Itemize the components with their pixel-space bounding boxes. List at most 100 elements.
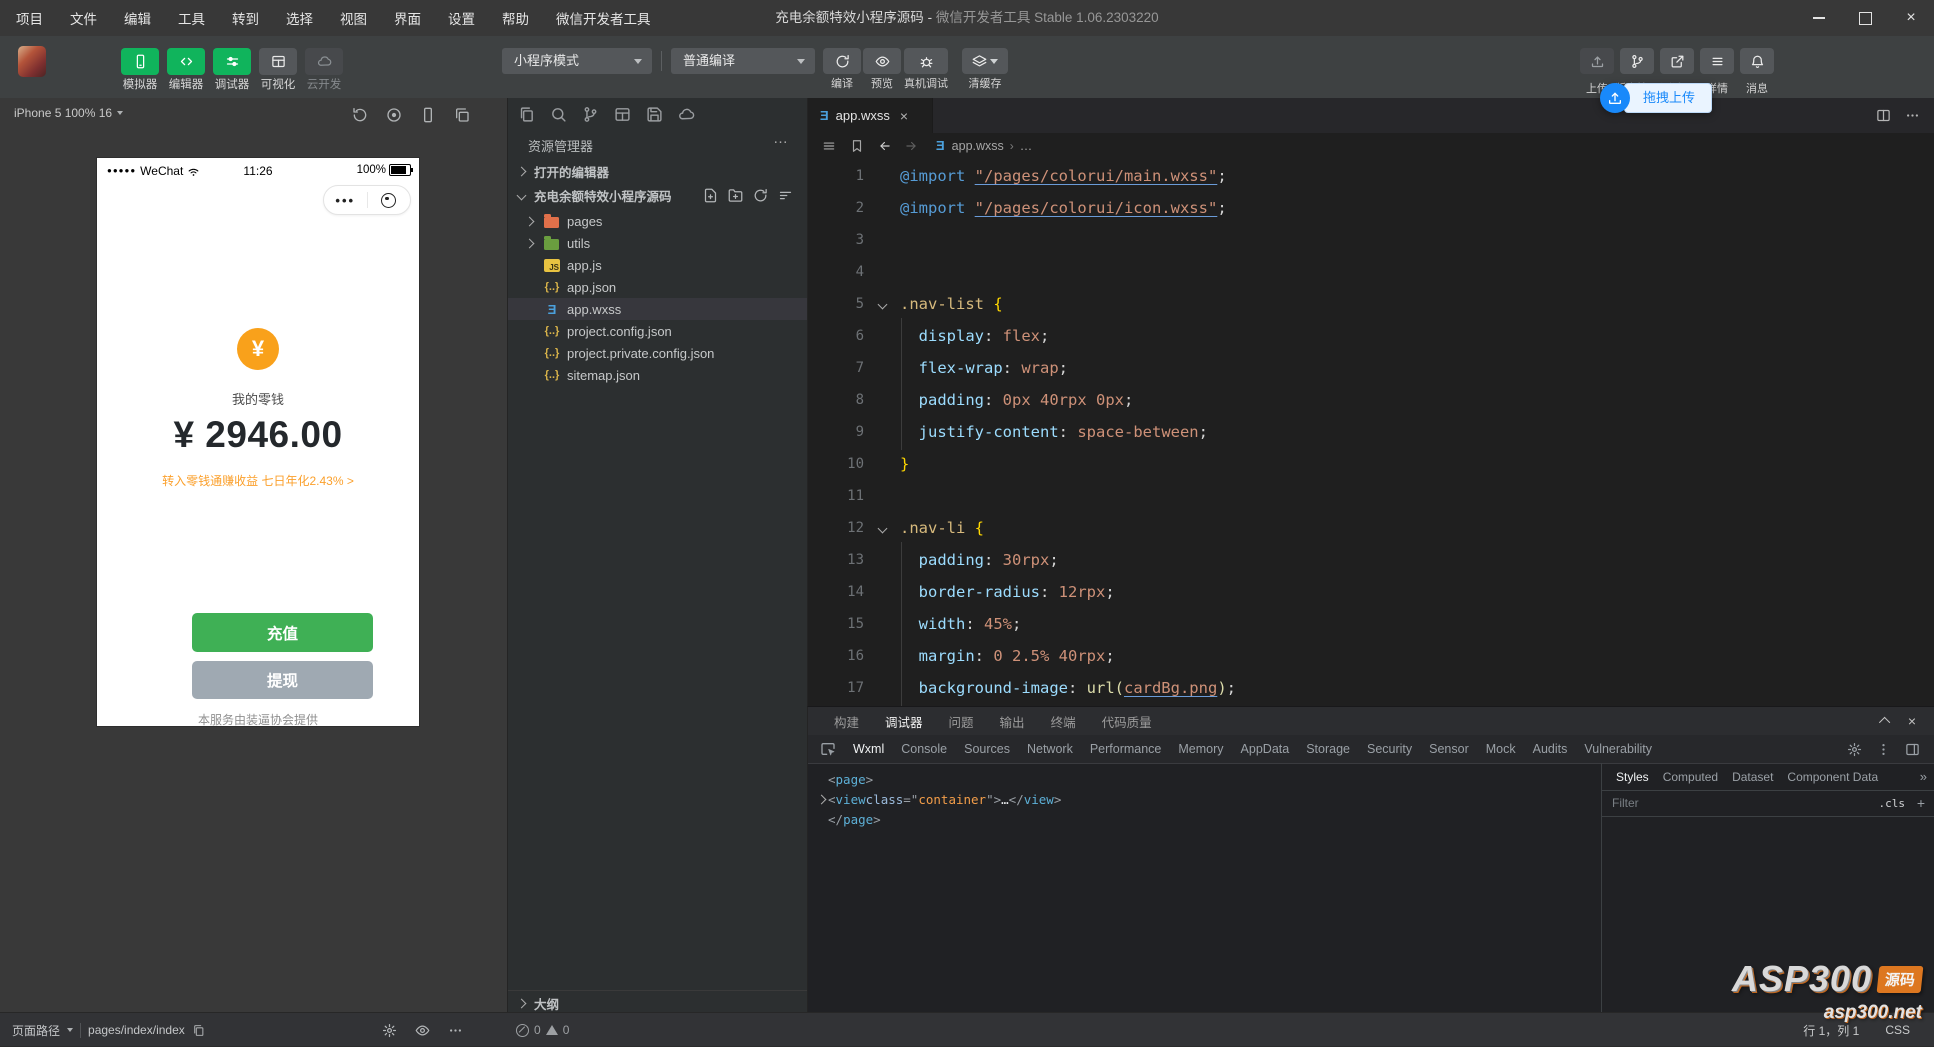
more-actions-icon[interactable]: … (773, 130, 789, 147)
styles-tab-Component Data[interactable]: Component Data (1787, 770, 1878, 784)
inspector-tab-Vulnerability[interactable]: Vulnerability (1584, 742, 1652, 756)
panel-tab-问题[interactable]: 问题 (949, 712, 974, 731)
panel-tab-输出[interactable]: 输出 (1000, 712, 1025, 731)
panel-tab-构建[interactable]: 构建 (834, 712, 859, 731)
folder-plus-icon[interactable] (728, 188, 743, 203)
settings-icon[interactable] (1847, 742, 1862, 757)
expand-node-icon[interactable] (816, 794, 826, 804)
breadcrumb-file[interactable]: app.wxss (952, 139, 1004, 153)
panel-tab-终端[interactable]: 终端 (1051, 712, 1076, 731)
dom-line-1[interactable]: < view class =" container ">… </view > (814, 789, 1061, 809)
split-editor-icon[interactable] (1876, 108, 1891, 123)
capsule-menu-button[interactable]: ••• (324, 186, 367, 214)
调试器-button[interactable] (213, 48, 251, 75)
fold-icon[interactable] (877, 299, 887, 309)
device-frame-icon[interactable] (420, 107, 436, 123)
inspector-tab-Memory[interactable]: Memory (1178, 742, 1223, 756)
tab-app-wxss[interactable]: E app.wxss × (808, 98, 933, 133)
编译-button[interactable] (823, 48, 861, 74)
真机调试-button[interactable] (904, 48, 948, 74)
清缓存-button[interactable] (962, 48, 1008, 74)
测试号-button[interactable] (1660, 48, 1694, 74)
云开发-button[interactable] (305, 48, 343, 75)
inspector-tab-Sensor[interactable]: Sensor (1429, 742, 1469, 756)
refresh-icon[interactable] (753, 188, 768, 203)
compile-mode-dropdown[interactable]: 普通编译 (671, 48, 815, 74)
panel-tab-调试器[interactable]: 调试器 (885, 712, 923, 731)
filter-input[interactable]: Filter (1612, 796, 1639, 810)
forward-icon[interactable] (904, 139, 918, 153)
编辑器-button[interactable] (167, 48, 205, 75)
详情-button[interactable] (1700, 48, 1734, 74)
file-app.wxss[interactable]: Eapp.wxss (508, 298, 807, 320)
recharge-button[interactable]: 充值 (192, 613, 373, 652)
dom-line-0[interactable]: < page > (814, 769, 1061, 789)
file-pages[interactable]: pages (508, 210, 807, 232)
file-utils[interactable]: utils (508, 232, 807, 254)
inspector-tab-Performance[interactable]: Performance (1090, 742, 1162, 756)
版本管理-button[interactable] (1620, 48, 1654, 74)
capsule-close-button[interactable] (368, 186, 411, 214)
file-app.json[interactable]: {..} app.json (508, 276, 807, 298)
avatar[interactable] (18, 46, 46, 77)
save-icon[interactable] (646, 106, 663, 123)
project-section[interactable]: 充电余额特效小程序源码 (508, 184, 807, 206)
scheme-dropdown[interactable]: 小程序模式 (502, 48, 652, 74)
menu-icon[interactable] (822, 139, 836, 153)
rotate-icon[interactable] (352, 107, 368, 123)
bookmark-icon[interactable] (850, 139, 864, 153)
inspector-tab-Wxml[interactable]: Wxml (853, 742, 884, 756)
上传-button[interactable] (1580, 48, 1614, 74)
inspector-tab-Console[interactable]: Console (901, 742, 947, 756)
minimize-button[interactable] (1796, 0, 1842, 36)
styles-tab-Computed[interactable]: Computed (1663, 770, 1718, 784)
add-style-icon[interactable]: + (1917, 796, 1925, 810)
close-panel-icon[interactable]: × (1908, 713, 1916, 729)
inspect-element-icon[interactable] (820, 741, 836, 757)
消息-button[interactable] (1740, 48, 1774, 74)
sim-visibility-icon[interactable] (415, 1023, 430, 1038)
copy-path-icon[interactable] (192, 1024, 205, 1037)
layout-icon[interactable] (614, 106, 631, 123)
file-app.js[interactable]: JS app.js (508, 254, 807, 276)
inspector-tab-AppData[interactable]: AppData (1241, 742, 1290, 756)
breadcrumb-more[interactable]: … (1020, 139, 1033, 153)
预览-button[interactable] (863, 48, 901, 74)
back-icon[interactable] (878, 139, 892, 153)
可视化-button[interactable] (259, 48, 297, 75)
dom-line-2[interactable]: </page > (814, 809, 1061, 829)
inspector-tab-Network[interactable]: Network (1027, 742, 1073, 756)
git-branch-icon[interactable] (582, 106, 599, 123)
inspector-tab-Storage[interactable]: Storage (1306, 742, 1350, 756)
page-path-value[interactable]: pages/index/index (88, 1023, 185, 1037)
page-path-label[interactable]: 页面路径 (12, 1022, 60, 1039)
模拟器-button[interactable] (121, 48, 159, 75)
inspector-tab-Mock[interactable]: Mock (1486, 742, 1516, 756)
kebab-menu-icon[interactable] (1876, 742, 1891, 757)
close-button[interactable]: × (1888, 0, 1934, 36)
inspector-tab-Security[interactable]: Security (1367, 742, 1412, 756)
collapse-panel-icon[interactable] (1878, 716, 1891, 729)
file-sitemap.json[interactable]: {..} sitemap.json (508, 364, 807, 386)
dock-side-icon[interactable] (1905, 742, 1920, 757)
fold-icon[interactable] (877, 523, 887, 533)
inspector-tab-Sources[interactable]: Sources (964, 742, 1010, 756)
language-mode[interactable]: CSS (1885, 1023, 1910, 1037)
file-project.private.config.json[interactable]: {..} project.private.config.json (508, 342, 807, 364)
maximize-button[interactable] (1842, 0, 1888, 36)
styles-tab-Dataset[interactable]: Dataset (1732, 770, 1773, 784)
transfer-link[interactable]: 转入零钱通赚收益 七日年化2.43% > (97, 472, 419, 489)
open-editors-section[interactable]: 打开的编辑器 (508, 160, 807, 182)
file-plus-icon[interactable] (703, 188, 718, 203)
device-selector[interactable]: iPhone 5 100% 16 (14, 106, 124, 120)
tab-close-icon[interactable]: × (900, 108, 908, 124)
file-project.config.json[interactable]: {..} project.config.json (508, 320, 807, 342)
sim-settings-icon[interactable] (382, 1023, 397, 1038)
multi-window-icon[interactable] (454, 107, 470, 123)
sim-more-icon[interactable] (448, 1023, 463, 1038)
more-actions-icon[interactable] (1905, 108, 1920, 123)
cursor-position[interactable]: 行 1，列 1 (1803, 1022, 1859, 1039)
files-icon[interactable] (518, 106, 535, 123)
record-icon[interactable] (386, 107, 402, 123)
panel-tab-代码质量[interactable]: 代码质量 (1102, 712, 1152, 731)
